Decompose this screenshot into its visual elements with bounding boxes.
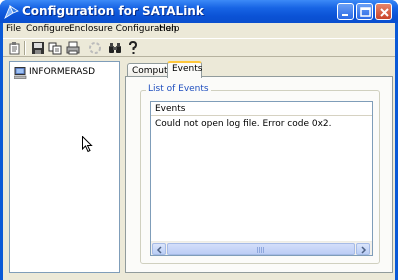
copy-icon[interactable] (47, 40, 63, 56)
chevron-left-icon (156, 246, 162, 254)
menu-help[interactable]: Help (159, 24, 180, 34)
chevron-right-icon (361, 246, 367, 254)
column-header-events[interactable]: Events (155, 104, 185, 114)
scroll-grip-icon (257, 247, 265, 253)
client-area: File Configure Enclosure Configuration H… (3, 23, 395, 280)
maximize-button[interactable] (356, 3, 373, 20)
events-groupbox: List of Events Events Could not open log… (140, 84, 380, 264)
events-list-header: Events (151, 102, 372, 116)
horizontal-scrollbar[interactable] (151, 241, 372, 255)
app-logo-icon (4, 4, 19, 20)
menu-file[interactable]: File (6, 24, 21, 34)
tab-events[interactable]: Events (167, 61, 202, 78)
scroll-left-button[interactable] (152, 243, 166, 255)
toolbar (3, 38, 395, 57)
print-icon[interactable] (65, 40, 81, 56)
app-window: Configuration for SATALink File Configur… (0, 0, 398, 280)
close-button[interactable] (375, 3, 392, 20)
window-title: Configuration for SATALink (22, 4, 204, 18)
scroll-right-button[interactable] (356, 243, 370, 255)
title-bar[interactable]: Configuration for SATALink (0, 0, 398, 23)
properties-icon[interactable] (7, 40, 23, 56)
events-list[interactable]: Events Could not open log file. Error co… (150, 101, 373, 256)
minimize-button[interactable] (337, 3, 354, 20)
mouse-cursor-icon (82, 136, 93, 153)
find-icon[interactable] (107, 40, 123, 56)
tab-panel-events: List of Events Events Could not open log… (125, 76, 393, 273)
menu-configure[interactable]: Configure (26, 24, 70, 34)
list-item[interactable]: Could not open log file. Error code 0x2. (155, 119, 332, 129)
scroll-thumb[interactable] (167, 243, 355, 255)
save-icon[interactable] (30, 40, 46, 56)
tree-node-label: INFORMERASD (29, 67, 96, 77)
help-icon[interactable] (125, 40, 141, 56)
computer-icon (14, 67, 27, 79)
menu-bar: File Configure Enclosure Configuration H… (3, 23, 395, 37)
toolbar-separator (24, 41, 26, 55)
events-group-label: List of Events (146, 84, 211, 94)
device-tree[interactable]: INFORMERASD (9, 61, 120, 273)
refresh-icon[interactable] (87, 40, 103, 56)
